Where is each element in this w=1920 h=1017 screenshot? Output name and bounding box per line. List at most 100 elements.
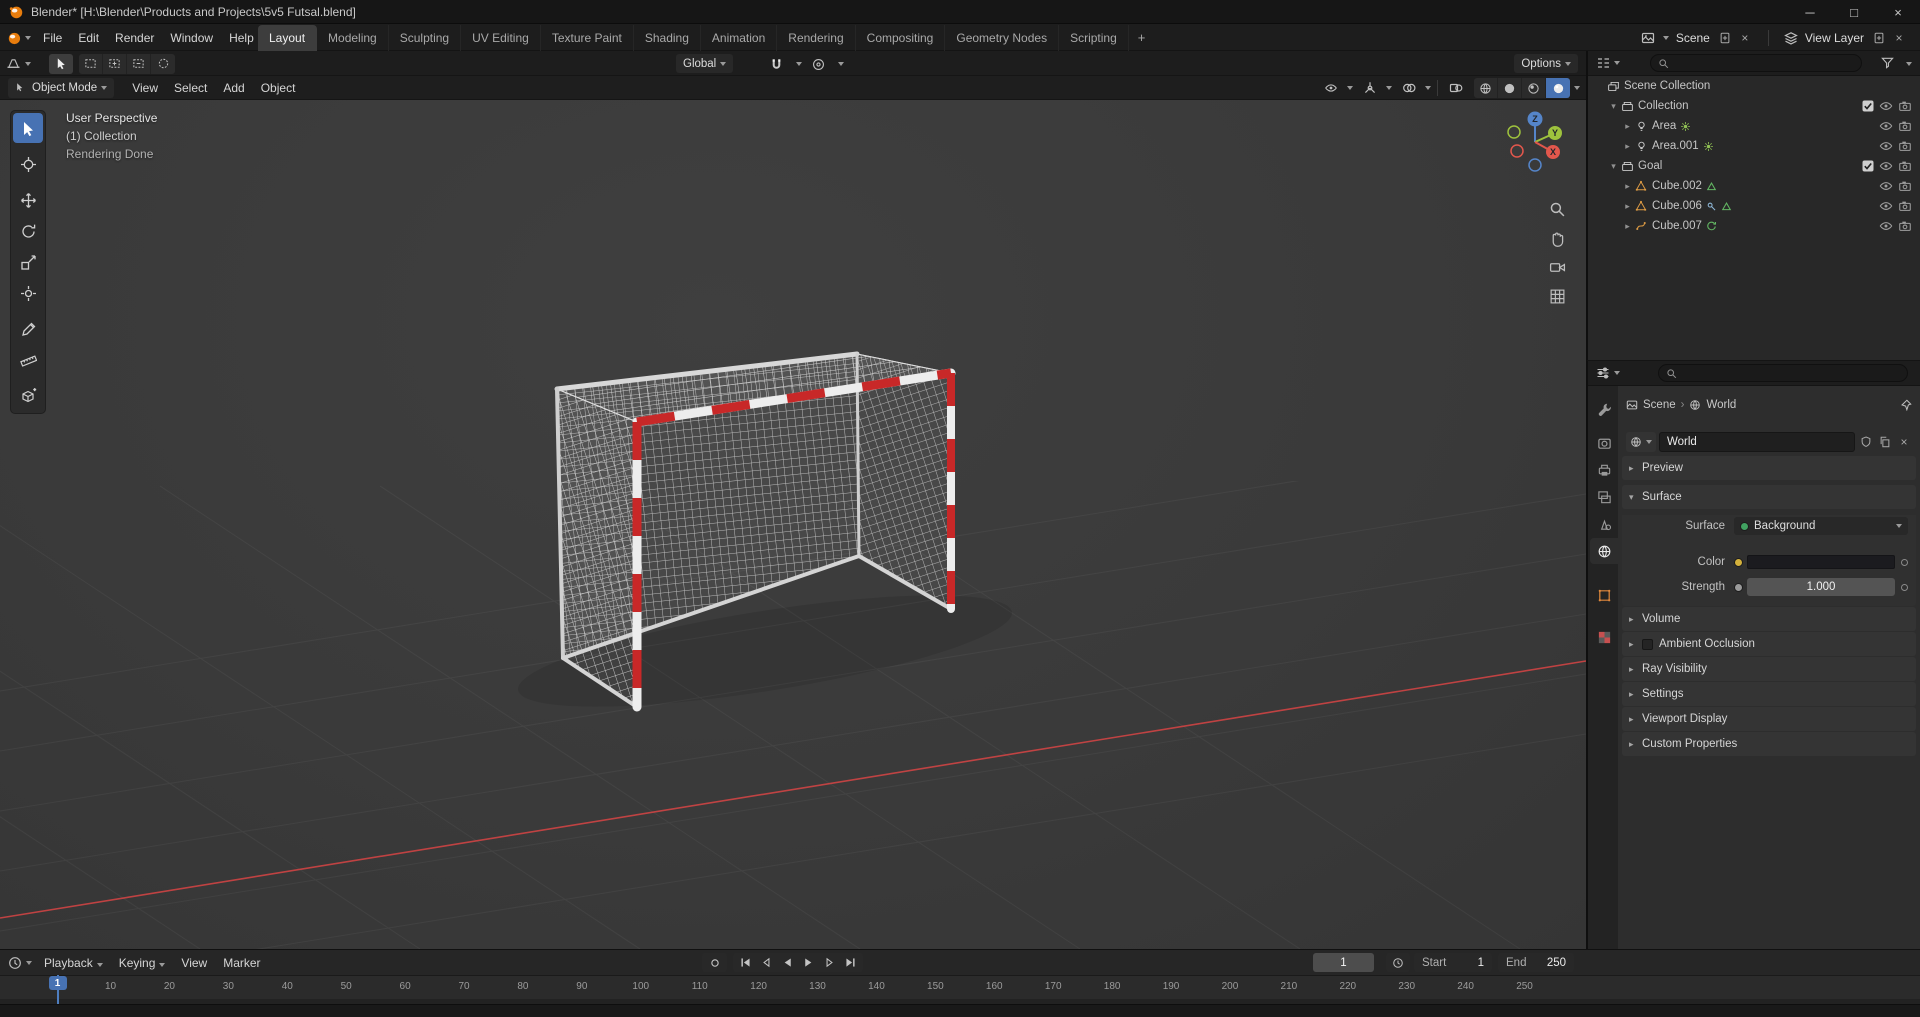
view-layer-selector[interactable]: View Layer × [1779, 28, 1912, 48]
properties-tab-render[interactable] [1590, 430, 1618, 456]
ambient-occlusion-checkbox[interactable] [1642, 638, 1653, 650]
viewport-menu-select[interactable]: Select [166, 75, 215, 101]
navigation-gizmo[interactable]: Z Y X [1502, 106, 1568, 176]
tool-rotate[interactable] [13, 216, 43, 246]
add-workspace-button[interactable]: + [1129, 30, 1155, 45]
next-keyframe-icon[interactable] [819, 953, 840, 972]
new-view-layer-icon[interactable] [1871, 30, 1887, 46]
animate-property-icon[interactable] [1901, 583, 1908, 591]
workspace-tab-animation[interactable]: Animation [701, 24, 778, 51]
mode-dropdown[interactable]: Object Mode [8, 78, 115, 98]
outliner-row-cube-006[interactable]: ▸ Cube.006 [1588, 196, 1920, 216]
panel-header-custom-properties[interactable]: ▸ Custom Properties [1622, 732, 1916, 756]
proportional-editing-icon[interactable] [806, 54, 830, 74]
camera-icon[interactable] [1898, 219, 1912, 233]
menu-file[interactable]: File [35, 25, 70, 51]
select-intersect-button[interactable] [151, 54, 175, 74]
editor-type-timeline-icon[interactable] [8, 956, 22, 970]
tool-measure[interactable] [13, 345, 43, 375]
select-extend-button[interactable] [103, 53, 127, 74]
properties-tab-scene[interactable] [1590, 511, 1618, 537]
outliner-row-goal[interactable]: ▾ Goal [1588, 156, 1920, 176]
camera-icon[interactable] [1898, 119, 1912, 133]
strength-field[interactable]: 1.000 [1747, 578, 1895, 596]
tool-transform[interactable] [13, 278, 43, 308]
properties-tab-world[interactable] [1590, 538, 1618, 564]
camera-icon[interactable] [1898, 159, 1912, 173]
select-subtract-button[interactable] [127, 53, 151, 74]
scene-selector[interactable]: Scene × [1636, 28, 1758, 48]
viewport-menu-object[interactable]: Object [253, 75, 304, 101]
properties-tab-tool[interactable] [1590, 396, 1618, 422]
properties-search-input[interactable] [1658, 364, 1908, 382]
outliner-search-input[interactable] [1650, 54, 1862, 72]
outliner-row-cube-007[interactable]: ▸ Cube.007 [1588, 216, 1920, 236]
disclosure-right-icon[interactable]: ▸ [1622, 221, 1633, 232]
editor-type-outliner-icon[interactable] [1596, 56, 1610, 70]
disclosure-right-icon[interactable]: ▸ [1622, 201, 1633, 212]
eye-icon[interactable] [1879, 159, 1893, 173]
camera-view-icon[interactable] [1549, 259, 1566, 276]
close-button[interactable]: × [1876, 0, 1920, 24]
shading-wireframe-button[interactable] [1474, 78, 1498, 98]
current-frame-field[interactable]: 1 [1313, 953, 1374, 972]
object-visibility-dropdown[interactable] [1319, 78, 1343, 98]
tool-cursor[interactable] [13, 149, 43, 179]
jump-to-start-icon[interactable] [735, 953, 756, 972]
checkbox-icon[interactable] [1862, 160, 1874, 172]
shading-rendered-button[interactable] [1546, 78, 1570, 98]
menu-help[interactable]: Help [221, 25, 262, 51]
workspace-tab-sculpting[interactable]: Sculpting [389, 24, 462, 51]
tool-select-box[interactable] [13, 113, 43, 143]
pin-icon[interactable] [1900, 399, 1912, 411]
editor-type-caret[interactable] [25, 61, 31, 66]
ortho-toggle-icon[interactable] [1549, 288, 1566, 305]
viewport-3d[interactable]: User Perspective (1) Collection Renderin… [0, 51, 1586, 949]
disclosure-right-icon[interactable]: ▸ [1622, 141, 1633, 152]
panel-header-ambient-occlusion[interactable]: ▸ Ambient Occlusion [1622, 632, 1916, 656]
properties-tab-texture[interactable] [1590, 624, 1618, 650]
animate-property-icon[interactable] [1901, 558, 1908, 566]
transform-orientation-dropdown[interactable]: Global [676, 54, 734, 73]
disclosure-right-icon[interactable]: ▸ [1622, 181, 1633, 192]
outliner-row-collection[interactable]: ▾ Collection [1588, 96, 1920, 116]
eye-icon[interactable] [1879, 99, 1893, 113]
outliner-row-area-001[interactable]: ▸ Area.001 [1588, 136, 1920, 156]
world-name-field[interactable]: World [1659, 432, 1855, 452]
jump-to-end-icon[interactable] [840, 953, 861, 972]
playhead-frame-chip[interactable]: 1 [48, 976, 67, 990]
proportional-options-caret[interactable] [838, 62, 844, 66]
properties-tab-view-layer[interactable] [1590, 484, 1618, 510]
panel-header-viewport-display[interactable]: ▸ Viewport Display [1622, 707, 1916, 731]
workspace-tab-texture-paint[interactable]: Texture Paint [541, 24, 634, 51]
timeline-menu-view[interactable]: View [173, 950, 215, 976]
eye-icon[interactable] [1879, 199, 1893, 213]
blender-menu-caret[interactable] [25, 35, 31, 40]
workspace-tab-modeling[interactable]: Modeling [317, 24, 389, 51]
workspace-tab-uv-editing[interactable]: UV Editing [461, 24, 541, 51]
panel-header-surface[interactable]: ▾ Surface [1622, 485, 1916, 509]
workspace-tab-scripting[interactable]: Scripting [1059, 24, 1129, 51]
axis-neg-y[interactable] [1507, 125, 1521, 139]
play-reverse-icon[interactable] [777, 953, 798, 972]
filter-caret[interactable] [1906, 62, 1912, 66]
preview-range-icon[interactable] [1386, 953, 1410, 972]
color-swatch[interactable] [1747, 555, 1895, 569]
overlays-dropdown[interactable] [1397, 78, 1421, 98]
workspace-tab-rendering[interactable]: Rendering [777, 24, 856, 51]
eye-icon[interactable] [1879, 139, 1893, 153]
shading-material-button[interactable] [1522, 78, 1546, 98]
timeline-ruler[interactable]: 10 20 30 40 50 60 70 80 90 100 110 120 130 140 150 160 1… [0, 975, 1920, 999]
eye-icon[interactable] [1879, 219, 1893, 233]
tool-annotate[interactable] [13, 314, 43, 344]
pan-hand-icon[interactable] [1549, 230, 1566, 247]
workspace-tab-compositing[interactable]: Compositing [856, 24, 946, 51]
snap-magnet-icon[interactable] [764, 54, 788, 74]
disclosure-right-icon[interactable]: ▸ [1622, 121, 1633, 132]
editor-type-properties-icon[interactable] [1596, 366, 1610, 380]
auto-keying-icon[interactable] [704, 953, 725, 972]
axis-neg-x[interactable] [1510, 144, 1524, 158]
properties-tab-output[interactable] [1590, 457, 1618, 483]
menu-render[interactable]: Render [107, 25, 162, 51]
camera-icon[interactable] [1898, 99, 1912, 113]
